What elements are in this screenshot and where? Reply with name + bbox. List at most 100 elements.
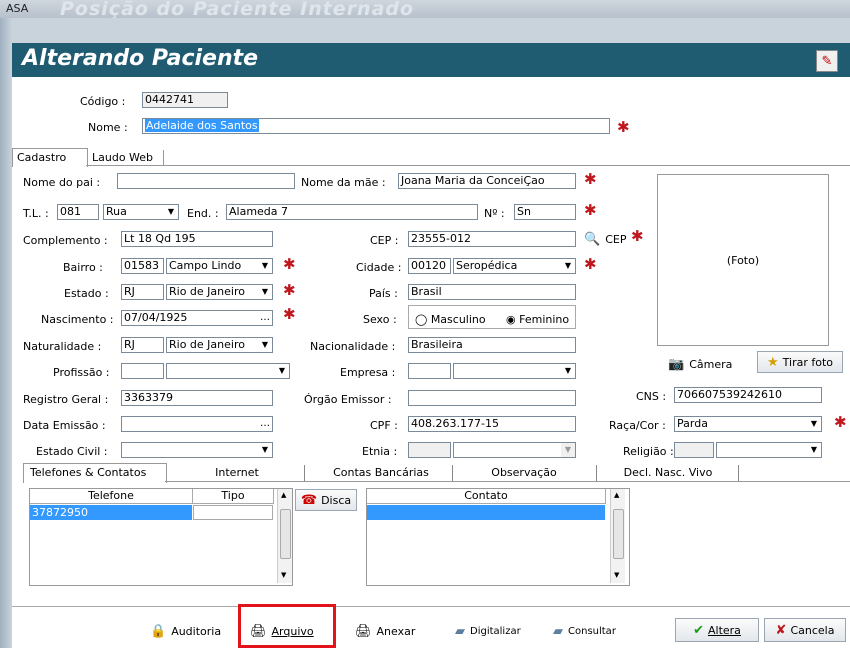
cidade-code-field[interactable]: 00120 [408,258,451,274]
estado-code-field[interactable]: RJ [121,284,164,300]
altera-button[interactable]: ✔ Altera [675,618,759,642]
chevron-down-icon: ▼ [164,205,178,219]
page-title: Alterando Paciente [22,46,259,71]
sexo-feminino-radio[interactable]: ◉ Feminino [506,313,569,326]
pais-field[interactable]: Brasil [408,284,576,300]
tab-separator [596,465,597,481]
scroll-down-icon[interactable]: ▼ [281,571,286,579]
scroll-thumb[interactable] [280,509,291,559]
anexar-button[interactable]: 🖨 Anexar [355,620,415,642]
religiao-code-field[interactable] [674,442,714,458]
comp-field[interactable]: Lt 18 Qd 195 [121,231,273,247]
search-icon: 🔍 [584,231,601,247]
civil-select[interactable]: ▼ [121,442,273,458]
camera-icon: 📷 [668,356,685,372]
tab-decl-nasc-vivo[interactable]: Decl. Nasc. Vivo [602,464,734,482]
sexo-masculino-radio[interactable]: ◯ Masculino [415,313,486,326]
cancela-button[interactable]: ✘ Cancela [764,618,846,642]
chevron-down-icon: ▼ [561,443,575,457]
chevron-down-icon: ▼ [561,364,575,378]
raca-select[interactable]: Parda ▼ [674,416,822,432]
digitalizar-button[interactable]: ▰ Digitalizar [455,620,521,642]
contacts-grid[interactable]: Contato ▲ ▼ [366,488,630,586]
chevron-down-icon: ▼ [807,443,821,457]
tab-cadastro[interactable]: Cadastro [12,148,88,167]
chevron-down-icon: ▼ [275,364,289,378]
consultar-button[interactable]: ▰ Consultar [553,620,616,642]
footer-divider [12,606,850,607]
nac-field[interactable]: Brasileira [408,337,576,353]
nasc-field[interactable]: 07/04/1925… [121,310,273,326]
prof-select[interactable]: ▼ [166,363,290,379]
cep-search-button[interactable]: 🔍 CEP [584,228,626,250]
page-banner: Alterando Paciente ✎ [12,43,850,77]
nat-select[interactable]: Rio de Janeiro ▼ [166,337,273,353]
sexo-label: Sexo : [363,313,397,326]
calendar-icon[interactable]: … [258,311,272,325]
mae-field[interactable]: Joana Maria da ConceiÇao [398,173,576,189]
nat-label: Naturalidade : [23,340,102,353]
phones-scrollbar[interactable]: ▲ ▼ [277,489,292,583]
chevron-down-icon: ▼ [258,285,272,299]
raca-label: Raça/Cor : [609,419,666,432]
auditoria-button[interactable]: 🔒 Auditoria [150,620,221,642]
pai-field[interactable] [117,173,295,189]
camera-button[interactable]: 📷 Câmera [668,353,732,375]
tab-internet[interactable]: Internet [172,464,302,482]
tab-laudo-web[interactable]: Laudo Web [88,150,164,166]
end-field[interactable]: Alameda 7 [226,204,478,220]
tab-separator [738,465,739,481]
end-label: End. : [187,207,219,220]
num-field[interactable]: Sn [514,204,576,220]
scroll-up-icon[interactable]: ▲ [614,491,619,499]
cidade-select[interactable]: Seropédica ▼ [453,258,576,274]
nome-value: Adelaide dos Santos [145,119,259,132]
tl-label: T.L. : [23,207,49,220]
empresa-select[interactable]: ▼ [453,363,576,379]
cep-field[interactable]: 23555-012 [408,231,576,247]
empresa-code-field[interactable] [408,363,451,379]
scanner-icon: ▰ [553,623,563,639]
contact-row[interactable] [367,505,605,520]
religiao-label: Religião : [623,445,674,458]
bairro-select[interactable]: Campo Lindo ▼ [166,258,273,274]
window-titlebar[interactable]: Posição do Paciente Internado ASA [0,0,850,20]
nome-label: Nome : [88,121,128,134]
col-telefone-header[interactable]: Telefone [30,489,193,504]
pin-icon[interactable]: ✎ [816,50,838,72]
calendar-icon[interactable]: … [258,417,272,431]
orgao-field[interactable] [408,390,576,406]
contacts-scrollbar[interactable]: ▲ ▼ [610,489,625,583]
required-icon: ✱ [283,255,296,273]
required-icon: ✱ [617,118,630,136]
phone-row-tipo[interactable] [193,505,273,520]
tab-observacao[interactable]: Observação [458,464,590,482]
nasc-label: Nascimento : [41,313,114,326]
tl-code-field[interactable]: 081 [57,204,99,220]
col-contato-header[interactable]: Contato [367,489,606,504]
cpf-label: CPF : [370,419,398,432]
cns-field[interactable]: 706607539242610 [674,387,822,403]
scroll-up-icon[interactable]: ▲ [281,491,286,499]
tab-contas-bancarias[interactable]: Contas Bancárias [312,464,450,482]
phones-grid[interactable]: Telefone Tipo 37872950 ▲ ▼ [29,488,293,586]
tl-type-select[interactable]: Rua ▼ [103,204,179,220]
tab-telefones[interactable]: Telefones & Contatos [23,463,167,483]
codigo-field: 0442741 [142,92,228,108]
rg-label: Registro Geral : [23,393,109,406]
tirar-foto-button[interactable]: ★ Tirar foto [757,351,843,373]
cpf-field[interactable]: 408.263.177-15 [408,416,576,432]
bairro-code-field[interactable]: 01583 [121,258,164,274]
nat-code-field[interactable]: RJ [121,337,164,353]
phone-row-telefone[interactable]: 37872950 [30,505,192,520]
col-tipo-header[interactable]: Tipo [193,489,274,504]
disca-button[interactable]: ☎ Disca [295,489,357,511]
scroll-thumb[interactable] [613,509,624,559]
estado-select[interactable]: Rio de Janeiro ▼ [166,284,273,300]
scroll-down-icon[interactable]: ▼ [614,571,619,579]
prof-code-field[interactable] [121,363,164,379]
religiao-select[interactable]: ▼ [716,442,822,458]
rg-field[interactable]: 3363379 [121,390,273,406]
nome-field[interactable]: Adelaide dos Santos [142,118,610,134]
data-emissao-field[interactable]: … [121,416,273,432]
